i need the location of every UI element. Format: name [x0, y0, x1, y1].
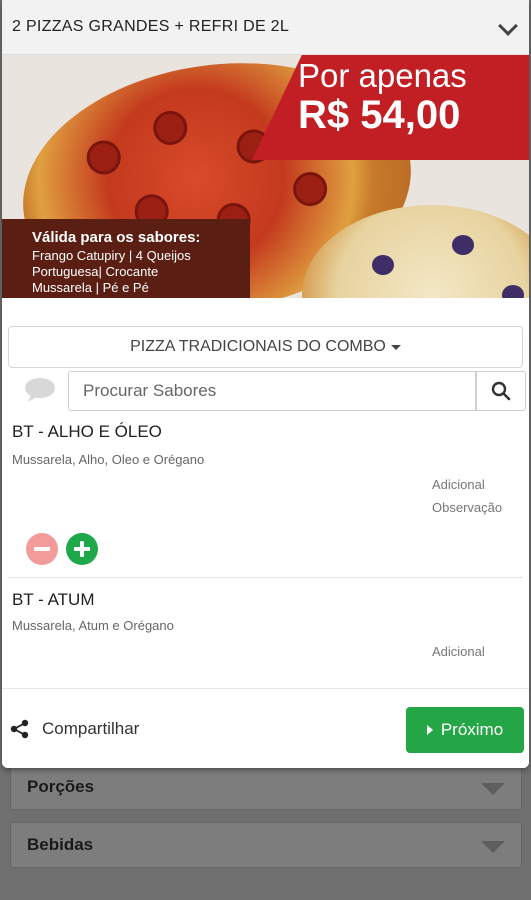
divider	[8, 577, 523, 578]
observation-link[interactable]: Observação	[432, 500, 502, 515]
caret-down-icon	[481, 783, 505, 795]
product-modal: 2 PIZZAS GRANDES + REFRI DE 2L Por apena…	[2, 0, 529, 768]
caret-down-icon	[481, 841, 505, 853]
plus-button[interactable]	[66, 533, 98, 565]
price-prefix: Por apenas	[298, 57, 467, 94]
flavors-line: Mussarela | Pé e Pé	[32, 280, 149, 295]
accordion-porcoes[interactable]: Porções	[10, 764, 522, 810]
product-name: BT - ATUM	[12, 590, 95, 609]
flavors-line: Portuguesa| Crocante	[32, 264, 159, 279]
search-button[interactable]	[476, 371, 526, 411]
search-input[interactable]	[68, 371, 476, 411]
minus-button[interactable]	[26, 533, 58, 565]
price-value: R$ 54,00	[298, 93, 461, 137]
next-label: Próximo	[440, 720, 504, 739]
search-icon	[491, 381, 511, 401]
accordion-label: Porções	[27, 777, 95, 796]
share-icon	[10, 719, 29, 739]
share-label: Compartilhar	[42, 719, 140, 738]
product-description: Mussarela, Alho, Oleo e Orégano	[12, 452, 205, 467]
flavors-box: Válida para os sabores: Frango Catupiry …	[2, 219, 250, 298]
play-icon	[426, 725, 433, 735]
accordion-bebidas[interactable]: Bebidas	[10, 822, 522, 868]
accordion-label: Bebidas	[27, 835, 94, 854]
chevron-down-icon[interactable]	[498, 16, 518, 36]
chat-bubble-icon[interactable]	[24, 377, 56, 403]
product-name: BT - ALHO E ÓLEO	[12, 422, 162, 441]
add-extra-link[interactable]: Adicional	[432, 644, 485, 659]
category-label: PIZZA TRADICIONAIS DO COMBO	[130, 338, 386, 355]
product-description: Mussarela, Atum e Orégano	[12, 618, 174, 633]
modal-title: 2 PIZZAS GRANDES + REFRI DE 2L	[12, 18, 290, 35]
flavors-heading: Válida para os sabores:	[32, 229, 201, 246]
promo-banner: Por apenas R$ 54,00 Válida para os sabor…	[2, 55, 529, 298]
modal-footer: Compartilhar Próximo	[2, 688, 529, 768]
caret-down-icon	[390, 344, 401, 350]
category-dropdown[interactable]: PIZZA TRADICIONAIS DO COMBO	[8, 326, 523, 368]
modal-header[interactable]: 2 PIZZAS GRANDES + REFRI DE 2L	[2, 0, 529, 55]
flavors-line: Frango Catupiry | 4 Queijos	[32, 248, 191, 263]
add-extra-link[interactable]: Adicional	[432, 477, 485, 492]
next-button[interactable]: Próximo	[406, 707, 524, 753]
share-button[interactable]: Compartilhar	[10, 719, 139, 739]
